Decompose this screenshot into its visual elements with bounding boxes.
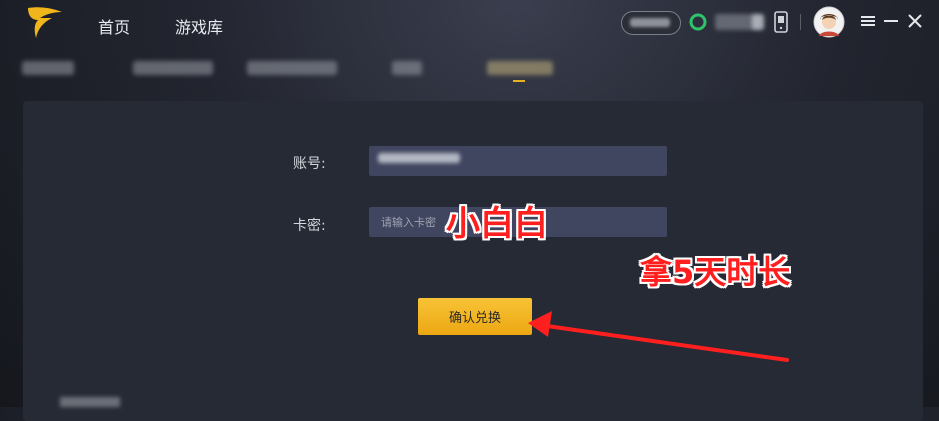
card-key-label: 卡密: [293,218,326,234]
close-icon[interactable] [906,12,924,30]
redacted-text [630,18,670,27]
status-pill[interactable] [621,11,681,35]
wifi-icon [689,13,707,31]
annotation-reward: 拿5天时长 [640,253,791,291]
tab-redacted[interactable] [392,61,422,75]
redacted-text [60,397,120,407]
menu-icon[interactable] [859,12,877,30]
divider [800,14,801,30]
redacted-status [715,14,755,30]
phone-icon[interactable] [773,11,789,33]
redacted-status [752,14,764,30]
active-tab-indicator [513,80,525,82]
logo-icon [28,7,62,39]
tab-redacted[interactable] [247,61,337,75]
confirm-redeem-button[interactable]: 确认兑换 [418,298,532,335]
minimize-icon[interactable] [882,12,900,30]
annotation-name: 小白白 [446,204,548,244]
tab-redacted[interactable] [133,61,213,75]
tab-active-redacted[interactable] [487,61,553,75]
nav-game-library[interactable]: 游戏库 [175,14,223,38]
redacted-account-value [378,153,460,163]
account-label: 账号: [293,156,326,172]
nav-home[interactable]: 首页 [98,14,130,38]
title-bar: 首页 游戏库 [0,0,939,50]
tab-redacted[interactable] [22,61,74,75]
avatar[interactable] [813,6,845,38]
